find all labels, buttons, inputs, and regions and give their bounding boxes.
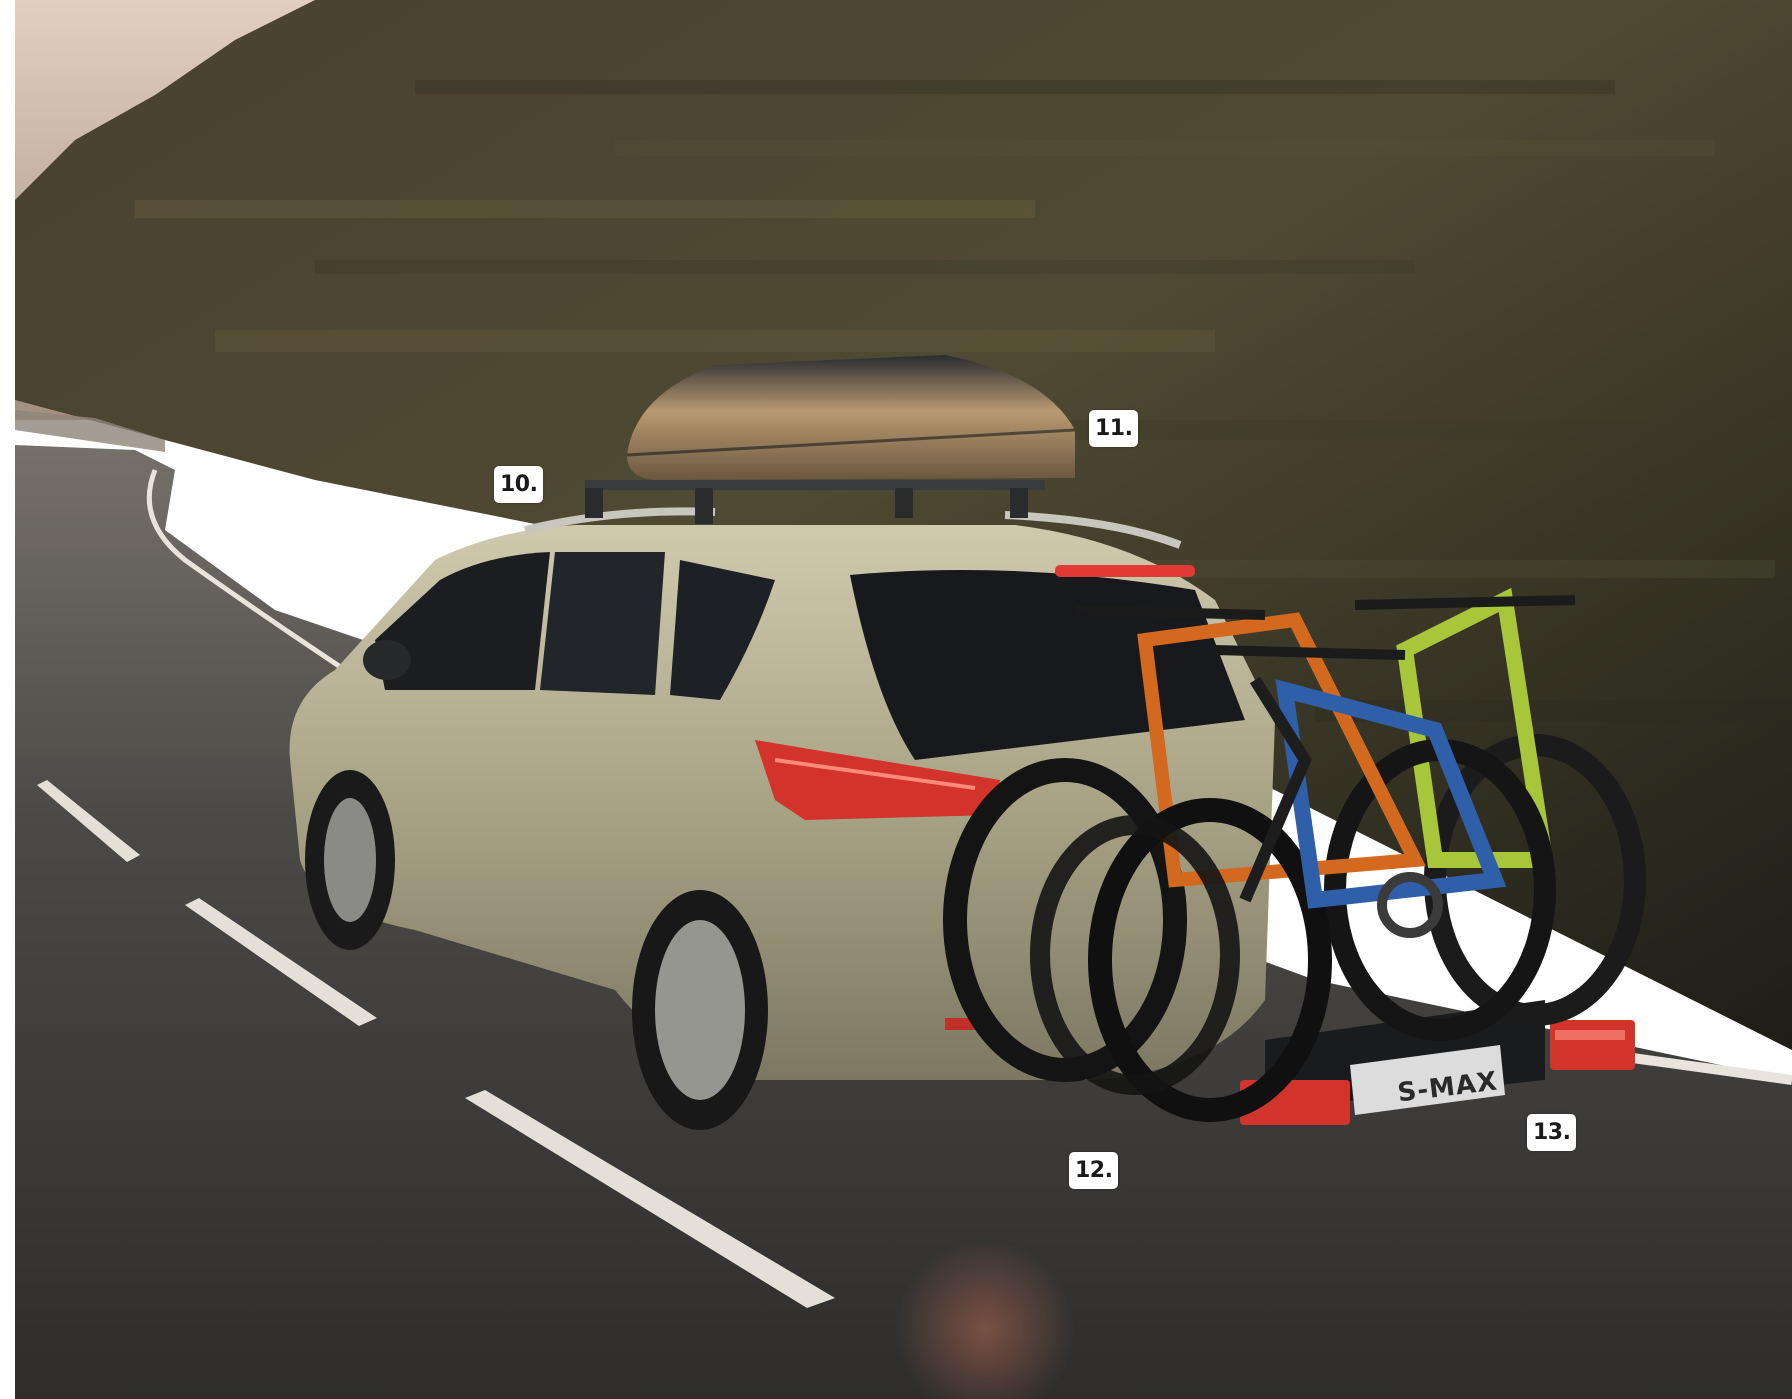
callout-12: 12. bbox=[1069, 1152, 1119, 1189]
callout-10: 10. bbox=[494, 466, 544, 503]
callout-13: 13. bbox=[1527, 1114, 1577, 1151]
callout-11: 11. bbox=[1089, 410, 1139, 447]
brochure-page: S-MAX 10. 11. 12. 13. bbox=[0, 0, 1792, 1399]
car-accessories-photo: S-MAX bbox=[15, 0, 1792, 1399]
